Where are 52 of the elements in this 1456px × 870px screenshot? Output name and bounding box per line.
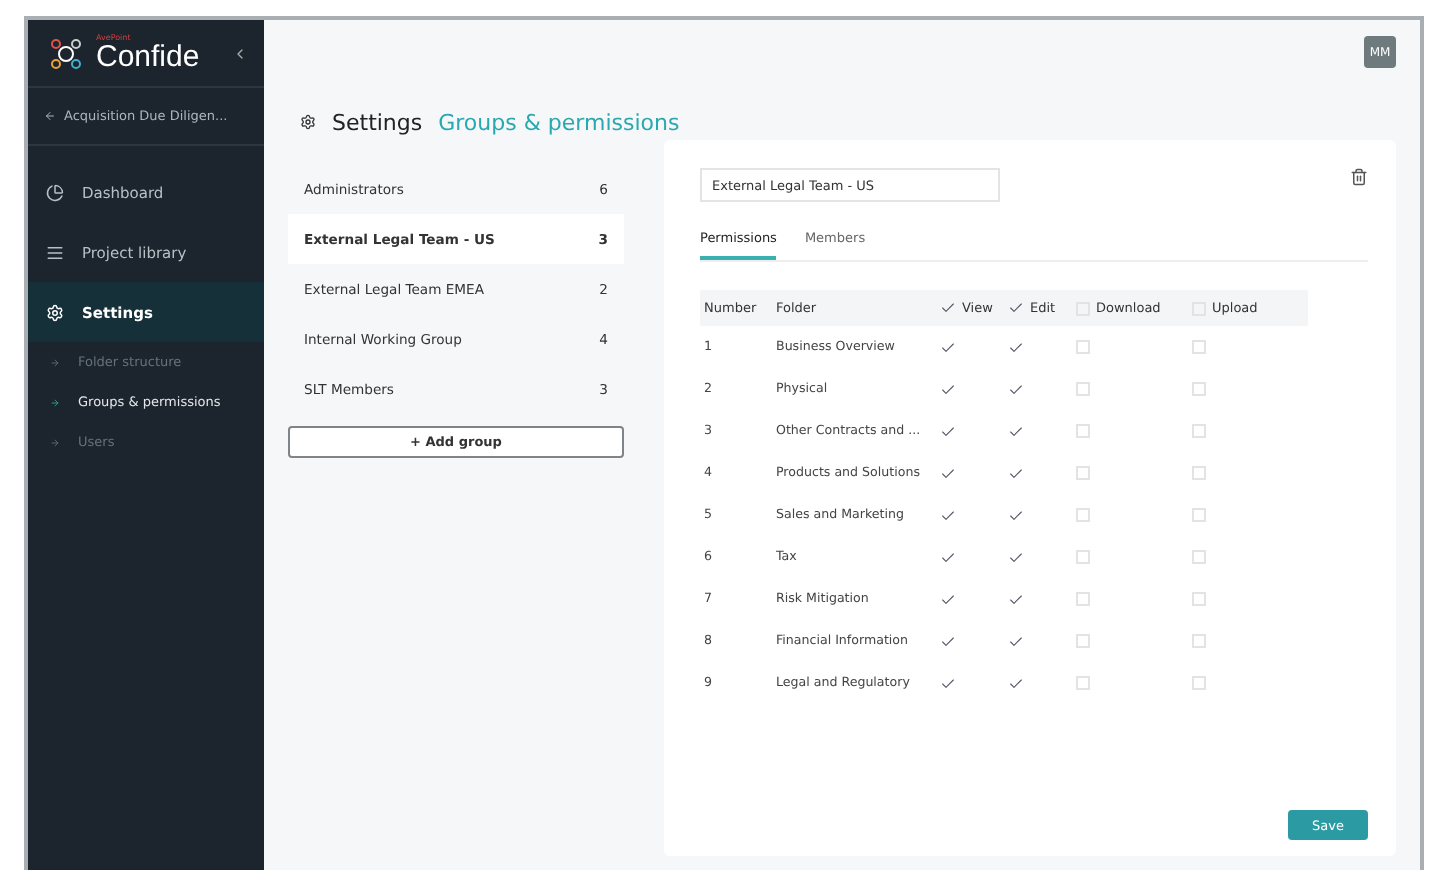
permission-checkbox[interactable] xyxy=(1076,592,1090,606)
permission-checkbox[interactable] xyxy=(1076,424,1090,438)
permission-checkmark-icon[interactable] xyxy=(940,507,956,523)
back-arrow-icon xyxy=(44,110,56,122)
permission-checkbox[interactable] xyxy=(1192,382,1206,396)
header-checkmark-icon[interactable] xyxy=(940,300,956,316)
permission-checkmark-icon[interactable] xyxy=(940,675,956,691)
list-icon xyxy=(46,243,64,261)
brand-name: Confide xyxy=(96,42,202,74)
permission-checkmark-icon[interactable] xyxy=(1008,591,1024,607)
permission-checkbox[interactable] xyxy=(1192,676,1206,690)
permission-checkmark-icon[interactable] xyxy=(1008,675,1024,691)
collapse-icon[interactable] xyxy=(232,45,248,61)
permission-checkmark-icon[interactable] xyxy=(1008,633,1024,649)
permission-checkbox[interactable] xyxy=(1076,550,1090,564)
delete-icon[interactable] xyxy=(1350,168,1368,186)
permission-checkmark-icon[interactable] xyxy=(940,633,956,649)
permission-checkmark-icon[interactable] xyxy=(940,591,956,607)
permission-checkmark-icon[interactable] xyxy=(940,465,956,481)
permission-checkbox[interactable] xyxy=(1192,340,1206,354)
header-checkmark-icon[interactable] xyxy=(1008,300,1024,316)
permission-checkmark-icon[interactable] xyxy=(940,339,956,355)
permission-checkbox[interactable] xyxy=(1076,634,1090,648)
permission-checkbox[interactable] xyxy=(1192,466,1206,480)
gear-icon xyxy=(300,114,316,130)
permission-checkbox[interactable] xyxy=(1192,592,1206,606)
permission-checkbox[interactable] xyxy=(1076,340,1090,354)
permission-checkbox[interactable] xyxy=(1192,634,1206,648)
permission-checkmark-icon[interactable] xyxy=(940,381,956,397)
arrow-icon xyxy=(50,357,60,367)
permission-checkmark-icon[interactable] xyxy=(940,423,956,439)
arrow-icon xyxy=(50,437,60,447)
permission-checkmark-icon[interactable] xyxy=(1008,549,1024,565)
permission-checkmark-icon[interactable] xyxy=(1008,465,1024,481)
breadcrumb-current: Groups & permissions xyxy=(438,109,680,135)
permission-checkbox[interactable] xyxy=(1192,508,1206,522)
permission-checkbox[interactable] xyxy=(1076,508,1090,522)
permission-checkbox[interactable] xyxy=(1192,550,1206,564)
arrow-icon xyxy=(50,397,60,407)
permission-checkbox[interactable] xyxy=(1076,676,1090,690)
permission-checkmark-icon[interactable] xyxy=(1008,381,1024,397)
permission-checkmark-icon[interactable] xyxy=(1008,423,1024,439)
logo-icon xyxy=(48,35,84,71)
permission-checkbox[interactable] xyxy=(1076,382,1090,396)
permission-checkmark-icon[interactable] xyxy=(1008,339,1024,355)
permission-checkmark-icon[interactable] xyxy=(1008,507,1024,523)
permission-checkmark-icon[interactable] xyxy=(940,549,956,565)
gear-icon xyxy=(46,303,64,321)
permission-checkbox[interactable] xyxy=(1192,424,1206,438)
page-title: Settings xyxy=(332,109,423,135)
pie-chart-icon xyxy=(46,183,64,201)
permission-checkbox[interactable] xyxy=(1076,466,1090,480)
